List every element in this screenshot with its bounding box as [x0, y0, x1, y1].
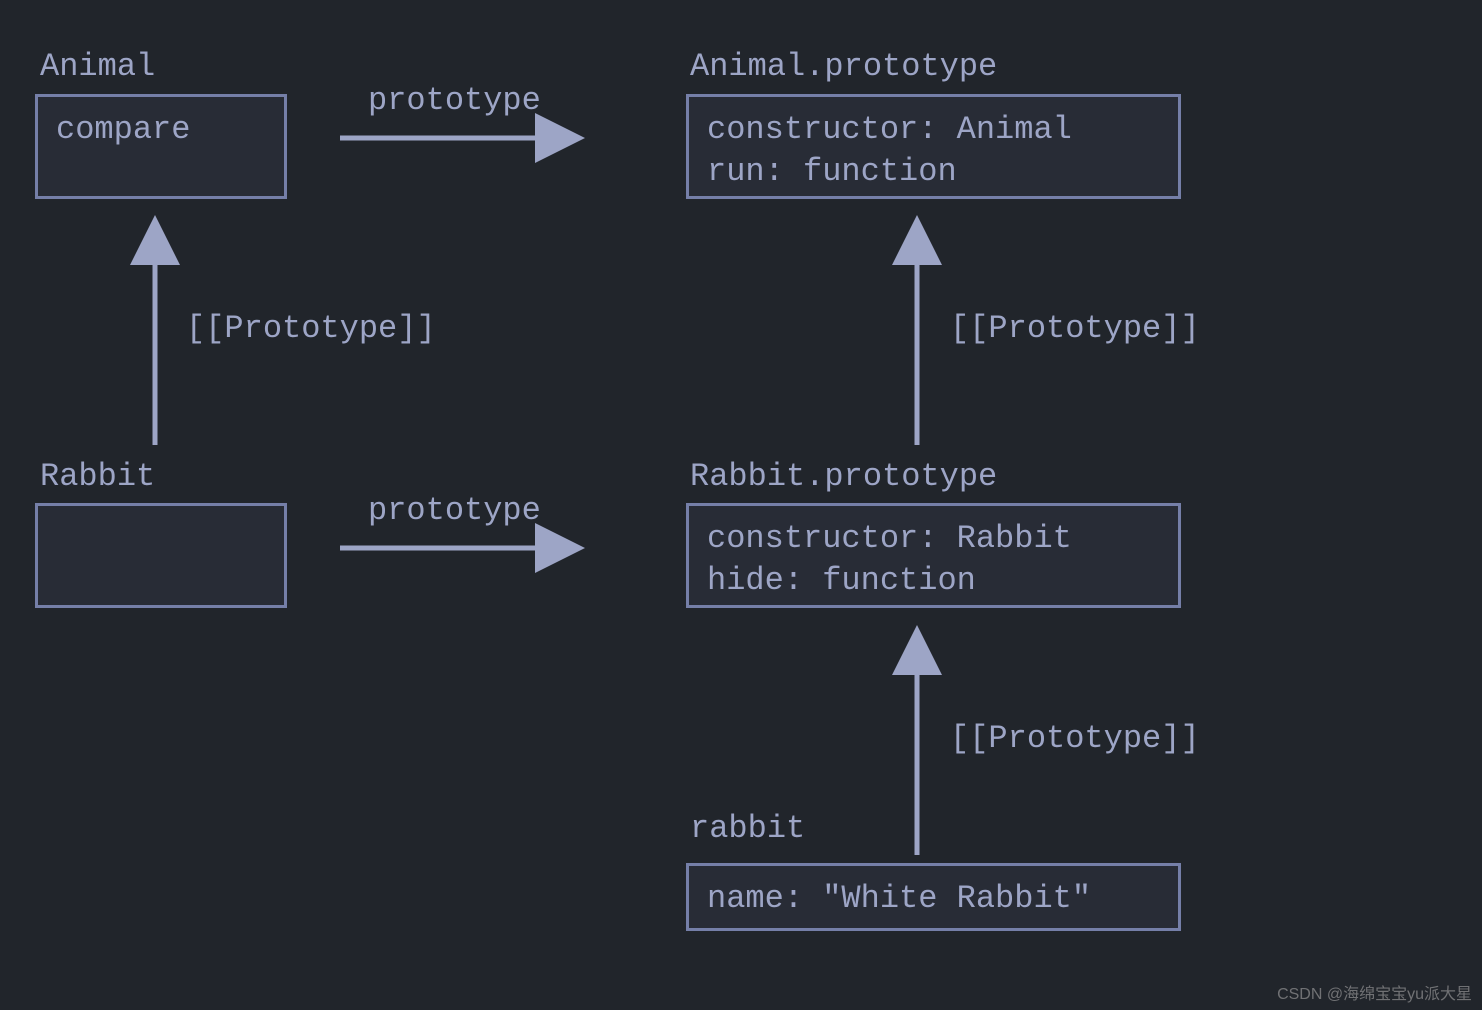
- rabbit-proto-line1: constructor: Rabbit: [707, 518, 1160, 560]
- arrow-label-prototype-2: prototype: [368, 492, 541, 529]
- rabbit-instance-box: name: "White Rabbit": [686, 863, 1181, 931]
- rabbit-instance-title: rabbit: [690, 810, 805, 847]
- rabbit-prototype-box: constructor: Rabbit hide: function: [686, 503, 1181, 608]
- arrow-rabbit-instance-to-rabbit-proto: [892, 620, 942, 860]
- rabbit-proto-line2: hide: function: [707, 560, 1160, 602]
- rabbit-instance-content: name: "White Rabbit": [707, 878, 1160, 920]
- arrow-rabbit-to-prototype: [340, 528, 590, 568]
- animal-proto-line1: constructor: Animal: [707, 109, 1160, 151]
- arrow-label-proto-internal-2: [[Prototype]]: [950, 310, 1200, 347]
- rabbit-class-box: [35, 503, 287, 608]
- animal-class-box: compare: [35, 94, 287, 199]
- arrow-rabbit-class-to-animal-class: [130, 210, 180, 450]
- animal-class-title: Animal: [40, 48, 155, 85]
- arrow-animal-to-prototype: [340, 118, 590, 158]
- animal-prototype-title: Animal.prototype: [690, 48, 997, 85]
- animal-proto-line2: run: function: [707, 151, 1160, 193]
- rabbit-prototype-title: Rabbit.prototype: [690, 458, 997, 495]
- arrow-label-prototype-1: prototype: [368, 82, 541, 119]
- animal-class-content: compare: [56, 109, 266, 151]
- rabbit-class-title: Rabbit: [40, 458, 155, 495]
- arrow-rabbit-proto-to-animal-proto: [892, 210, 942, 450]
- arrow-label-proto-internal-1: [[Prototype]]: [186, 310, 436, 347]
- arrow-label-proto-internal-3: [[Prototype]]: [950, 720, 1200, 757]
- watermark-text: CSDN @海绵宝宝yu派大星: [1277, 980, 1472, 1004]
- animal-prototype-box: constructor: Animal run: function: [686, 94, 1181, 199]
